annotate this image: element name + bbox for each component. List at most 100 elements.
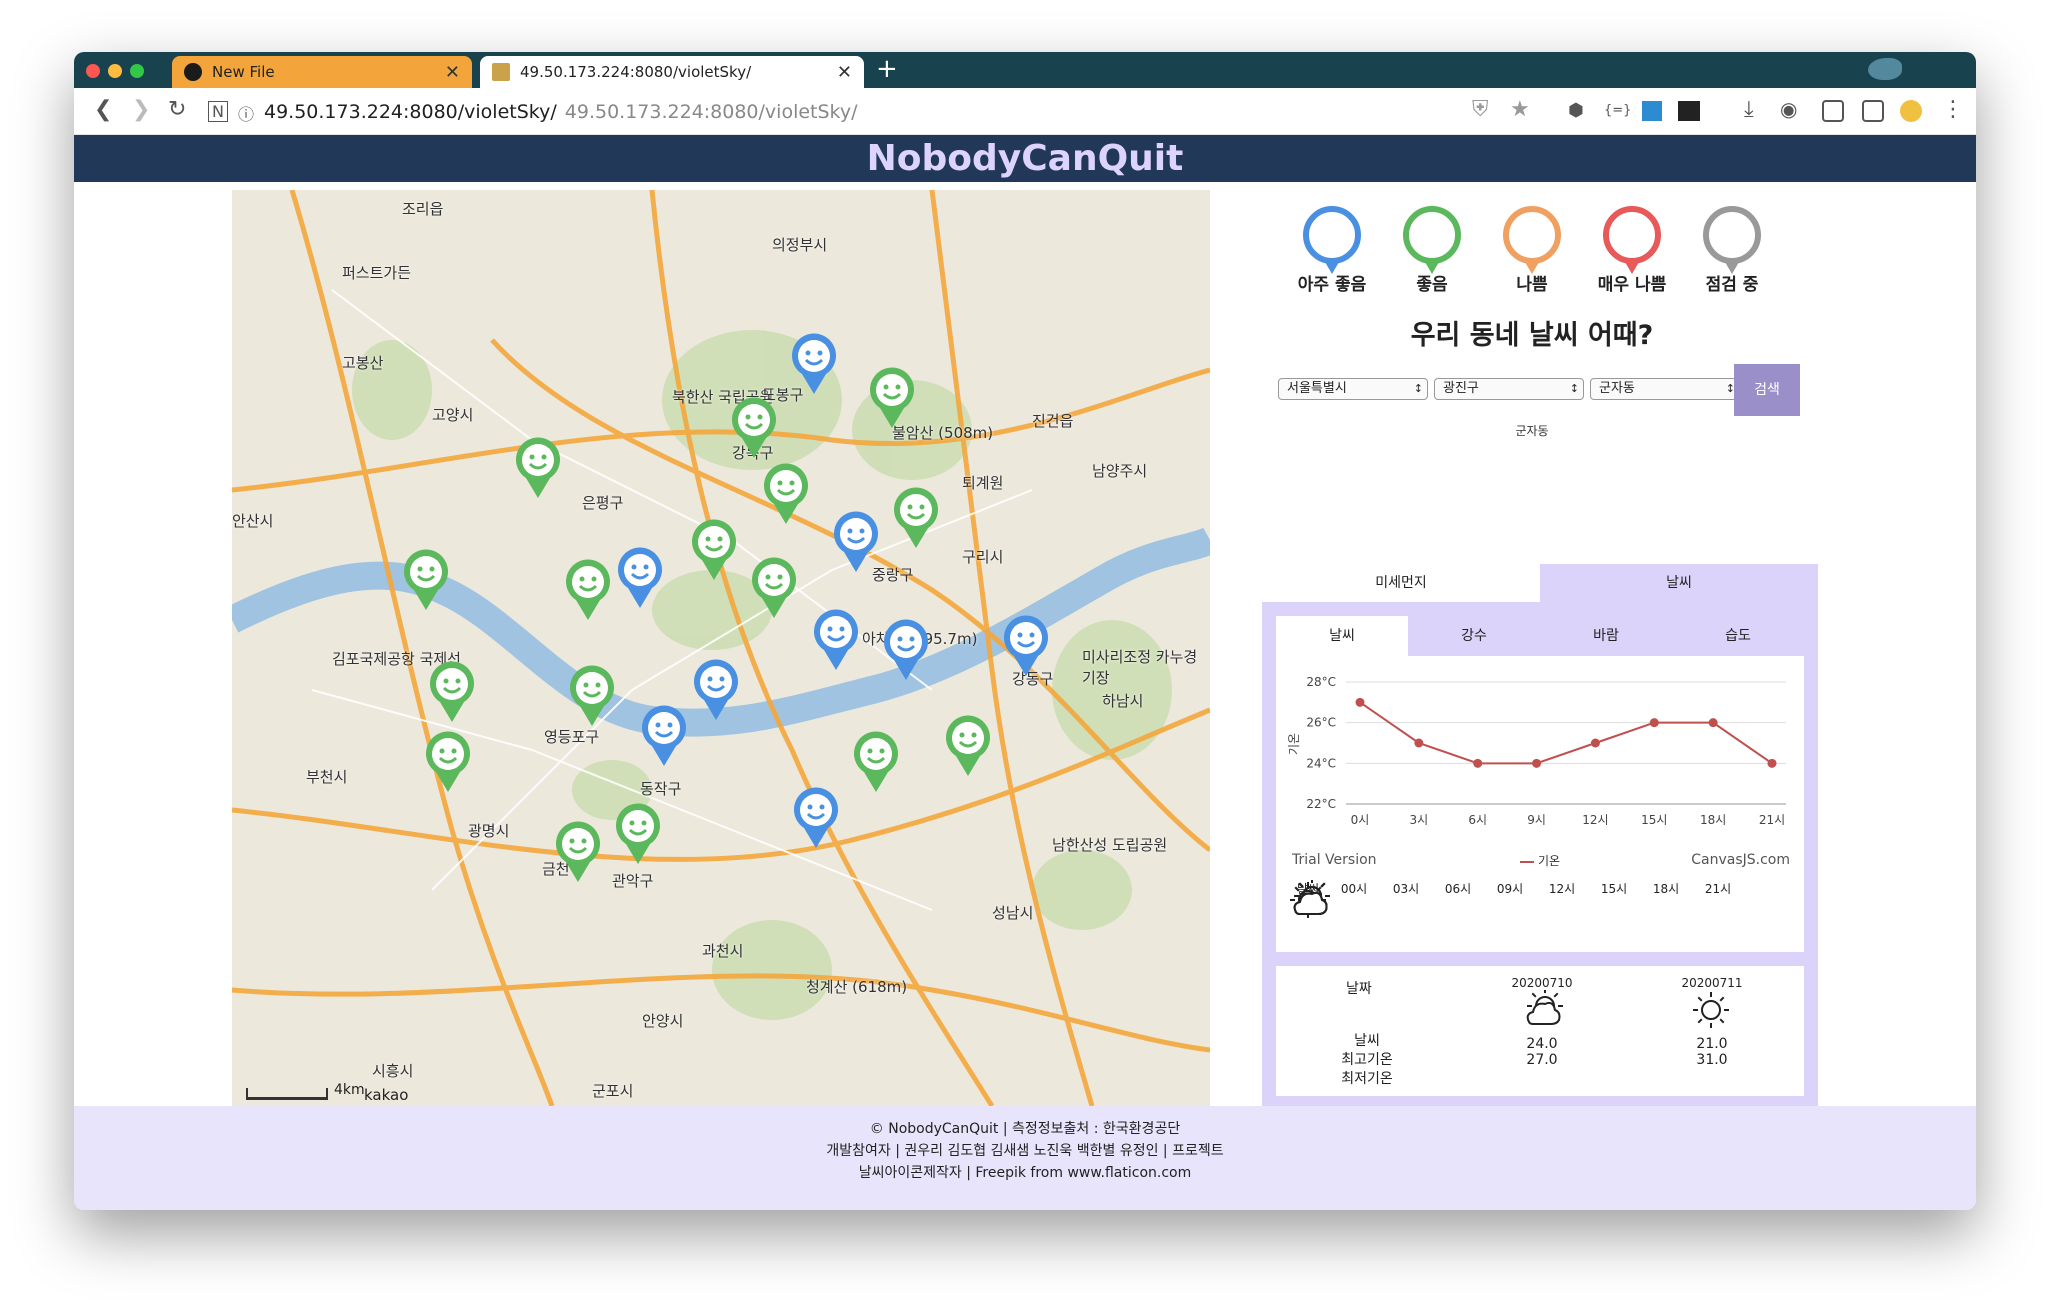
close-tab-icon[interactable]: ✕ xyxy=(445,62,460,83)
air-quality-face-icon xyxy=(1703,206,1761,274)
map-place-label: 시흥시 xyxy=(372,1062,414,1080)
subtab-weather[interactable]: 날씨 xyxy=(1276,616,1408,656)
map-place-label: 의정부시 xyxy=(772,236,828,254)
day-min-temp: 27.0 xyxy=(1526,1052,1558,1068)
minimize-window-button[interactable] xyxy=(108,64,122,78)
legend-item: 좋음 xyxy=(1388,206,1476,295)
temperature-line xyxy=(1359,701,1773,765)
site-favicon-icon xyxy=(492,63,510,81)
shield-icon[interactable]: ⛨ xyxy=(1472,97,1489,122)
url-suggestion: 49.50.173.224:8080/violetSky/ xyxy=(564,101,858,123)
menu-icon[interactable]: ⋮ xyxy=(1942,97,1964,122)
extension-cube-icon[interactable]: ⬢ xyxy=(1568,100,1584,121)
hour-label: 12시 xyxy=(1548,882,1576,896)
air-quality-face-icon xyxy=(1603,206,1661,274)
map-place-label: 미사리조정 카누경기장 xyxy=(1082,648,1198,687)
map-place-label: 동작구 xyxy=(640,780,682,798)
download-icon[interactable]: ⤓ xyxy=(1744,97,1754,122)
info-panel: 미세먼지 날씨 날씨 강수 바람 습도 22°C 24°C 26°C 28°C 기온 0시… xyxy=(1262,564,1818,1110)
sun-cloud-icon xyxy=(1293,880,1744,937)
json-extension-icon[interactable]: {=} xyxy=(1604,103,1631,118)
canvasjs-credit[interactable]: CanvasJS.com xyxy=(1691,852,1790,868)
city-select[interactable]: 서울특별시 xyxy=(1278,378,1428,400)
map-place-label: 고양시 xyxy=(432,406,474,424)
close-tab-icon[interactable]: ✕ xyxy=(837,62,852,83)
temperature-point xyxy=(1590,738,1600,748)
hour-label: 18시 xyxy=(1652,882,1680,896)
temperature-card: 22°C 24°C 26°C 28°C 기온 0시 3시 6시 9시 12시 15시 18시 21시 T… xyxy=(1276,656,1804,952)
notion-icon[interactable]: N xyxy=(208,101,228,122)
subtab-humidity[interactable]: 습도 xyxy=(1672,616,1804,656)
map-place-label: 은평구 xyxy=(582,494,624,512)
district-select[interactable]: 광진구 xyxy=(1434,378,1584,400)
hour-label: 09시 xyxy=(1496,882,1524,896)
reload-icon[interactable]: ↻ xyxy=(168,97,186,122)
profile-avatar[interactable] xyxy=(1900,100,1922,122)
subtab-precipitation[interactable]: 강수 xyxy=(1408,616,1540,656)
page-question: 우리 동네 날씨 어때? xyxy=(1410,320,1654,351)
reader-icon[interactable] xyxy=(1822,100,1844,122)
subtab-wind[interactable]: 바람 xyxy=(1540,616,1672,656)
max-temp-label: 최고기온 xyxy=(1341,1052,1393,1068)
temperature-point xyxy=(1473,758,1483,768)
map-scale-label: 4km xyxy=(334,1082,365,1098)
camera-icon[interactable]: ◉ xyxy=(1780,97,1797,121)
legend-item: 점검 중 xyxy=(1688,206,1776,295)
y-tick-label: 22°C xyxy=(1306,797,1336,811)
sun-cloud-icon xyxy=(1492,990,1592,1030)
back-icon[interactable]: ❮ xyxy=(94,97,112,122)
map-place-label: 안양시 xyxy=(642,1012,684,1030)
x-tick-label: 21시 xyxy=(1759,813,1785,827)
hour-label: 15시 xyxy=(1600,882,1628,896)
x-tick-label: 9시 xyxy=(1527,813,1546,827)
tab-title: 49.50.173.224:8080/violetSky/ xyxy=(520,63,752,81)
tab-weather[interactable]: 날씨 xyxy=(1540,564,1818,602)
tab-fine-dust[interactable]: 미세먼지 xyxy=(1262,564,1540,602)
info-icon[interactable]: ⓘ xyxy=(238,101,254,125)
maximize-window-button[interactable] xyxy=(130,64,144,78)
site-header: NobodyCanQuit xyxy=(74,135,1976,182)
map-scale: 4km xyxy=(246,1082,365,1100)
weather-row-label: 날씨 xyxy=(1354,1033,1380,1049)
x-tick-label: 15시 xyxy=(1641,813,1667,827)
dong-select[interactable]: 군자동 xyxy=(1590,378,1740,400)
daily-row-labels: 날씨 최고기온 최저기온 xyxy=(1312,1032,1422,1089)
selected-location: 군자동 xyxy=(1515,424,1549,438)
weather-controls: 아주 좋음좋음나쁨매우 나쁨점검 중 우리 동네 날씨 어때? 서울특별시 광진… xyxy=(1252,206,1812,439)
location-search: 서울특별시 광진구 군자동 검색 xyxy=(1252,364,1812,420)
sun-icon xyxy=(1290,882,1432,937)
new-tab-button[interactable]: + xyxy=(876,54,898,84)
chart-watermark: Trial Version xyxy=(1292,852,1377,868)
x-tick-label: 6시 xyxy=(1468,813,1487,827)
air-quality-face-icon xyxy=(1303,206,1361,274)
address-bar[interactable]: 49.50.173.224:8080/violetSky/49.50.173.2… xyxy=(264,101,858,123)
seoul-air-quality-map[interactable]: 조리읍의정부시퍼스트가든고봉산고양시은평구북한산 국립공원도봉구강북구불암산 (… xyxy=(232,190,1210,1106)
map-place-label: 남한산성 도립공원 xyxy=(1052,836,1168,854)
binary-extension-icon[interactable] xyxy=(1678,101,1700,121)
sun-cloud-icon xyxy=(1293,880,1692,937)
day-date: 20200710 xyxy=(1511,976,1573,990)
weather-subtabs: 날씨 강수 바람 습도 xyxy=(1276,616,1804,656)
footer-icon-credit: 날씨아이콘제작자 | Freepik from www.flaticon.com xyxy=(858,1165,1192,1181)
sun-cloud-icon xyxy=(1293,880,1640,937)
bookmark-star-icon[interactable]: ★ xyxy=(1510,97,1530,122)
map-place-label: 광명시 xyxy=(468,822,510,840)
close-window-button[interactable] xyxy=(86,64,100,78)
footer-copyright: © NobodyCanQuit | 측정정보출처 : 한국환경공단 xyxy=(869,1121,1181,1137)
day-max-temp: 21.0 xyxy=(1696,1036,1728,1052)
translate-extension-icon[interactable] xyxy=(1642,101,1662,121)
forward-icon[interactable]: ❯ xyxy=(132,97,150,122)
tab-new-file[interactable]: New File ✕ xyxy=(172,56,472,88)
tab-strip: New File ✕ 49.50.173.224:8080/violetSky/… xyxy=(74,52,1976,88)
x-tick-label: 12시 xyxy=(1582,813,1608,827)
day-max-temp: 24.0 xyxy=(1526,1036,1558,1052)
search-button[interactable]: 검색 xyxy=(1734,364,1800,416)
sun-icon xyxy=(1290,882,1380,937)
map-place-label: 하남시 xyxy=(1102,692,1144,710)
tab-violetsky[interactable]: 49.50.173.224:8080/violetSky/ ✕ xyxy=(480,56,864,88)
sidebar-icon[interactable] xyxy=(1862,100,1884,122)
legend-item: 나쁨 xyxy=(1488,206,1576,295)
map-place-label: 청계산 (618m) xyxy=(806,978,908,996)
kakao-logo[interactable]: kakao xyxy=(364,1086,408,1104)
x-tick-label: 18시 xyxy=(1700,813,1726,827)
